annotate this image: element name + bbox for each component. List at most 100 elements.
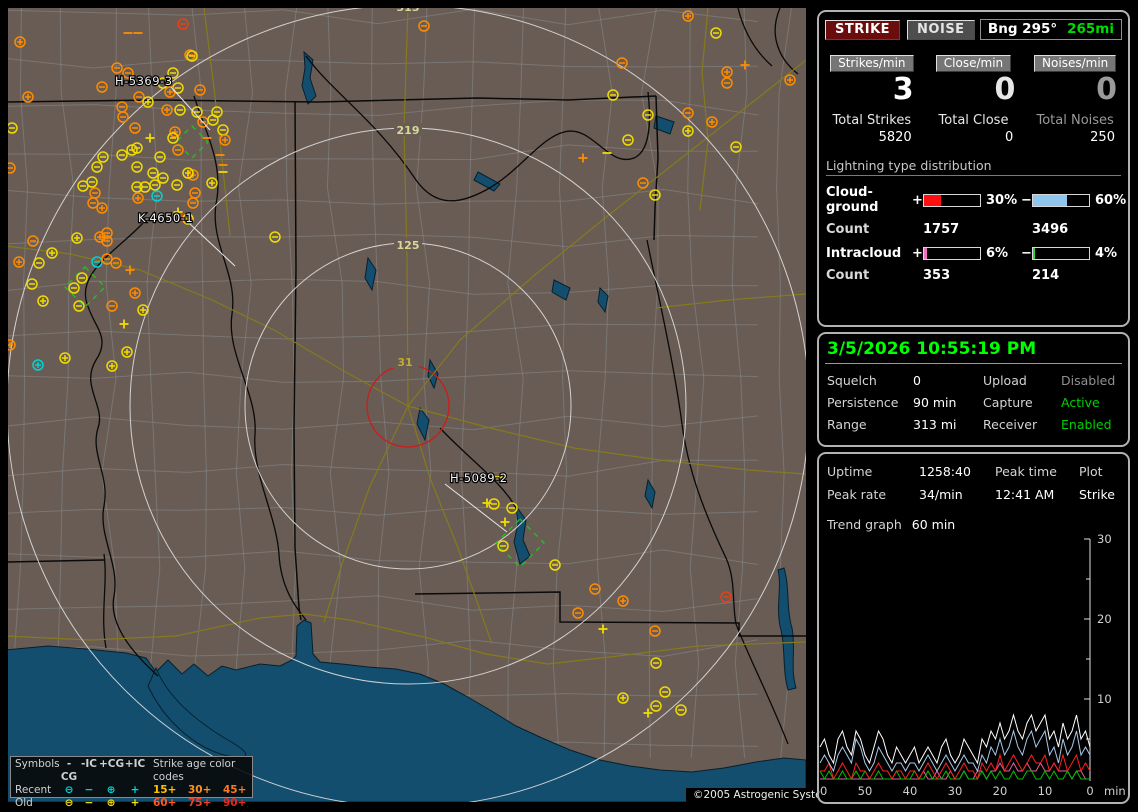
negative-percentage-bar xyxy=(1032,193,1090,207)
status-value: Disabled xyxy=(1061,373,1116,388)
rate-value: 3 xyxy=(892,72,914,107)
age-code-label: 60+ xyxy=(153,797,177,809)
stat-cell: Uptime xyxy=(827,464,873,479)
stats-panel: Uptime 1258:40 Peak time Plot Peak rate 34/mi… xyxy=(817,452,1130,804)
trend-graph-label: Trend graph xyxy=(827,517,902,532)
trend-series-white xyxy=(819,713,1091,765)
x-tick-label: 0 xyxy=(1086,784,1093,798)
range-value: 265mi xyxy=(1067,21,1114,37)
strike-glyph-icon: ⊕ xyxy=(106,797,116,809)
strike-mode-button[interactable]: STRIKE xyxy=(825,19,901,40)
stat-cell: 1258:40 xyxy=(919,464,971,479)
status-label: Capture xyxy=(983,395,1033,410)
trend-graph: 10 20 30 60 50 40 30 20 10 0 min xyxy=(819,532,1126,798)
total-label: Total Strikes xyxy=(832,113,912,129)
stat-cell: 34/min xyxy=(919,487,963,502)
strike-glyph-icon: ⊖ xyxy=(64,784,74,796)
legend-row-label: Recent xyxy=(15,784,52,796)
bearing-value: Bng 295° xyxy=(987,21,1058,37)
count-label: Count xyxy=(826,222,870,238)
negative-percentage: 4% xyxy=(1095,246,1118,262)
lightning-map[interactable]: 125 219 313 31 H-5369-3 K-4650-1 H-5089-2 Sym… xyxy=(8,8,845,809)
positive-percentage: 6% xyxy=(986,246,1009,262)
counter-column: Noises/min 0 Total Noises 250 xyxy=(1028,55,1122,145)
trend-graph-value: 60 min xyxy=(911,517,956,532)
bar-fill xyxy=(1033,248,1036,260)
bar-fill xyxy=(924,248,928,260)
x-tick-label: 20 xyxy=(993,784,1008,798)
negative-sign: − xyxy=(1021,192,1032,208)
total-value: 5820 xyxy=(878,130,912,146)
positive-percentage-bar xyxy=(923,193,981,207)
ring-label: 219 xyxy=(397,124,420,137)
age-code-label: 75+ xyxy=(188,797,212,809)
bar-fill xyxy=(924,194,941,206)
legend-symbols-label: Symbols xyxy=(15,758,60,770)
trend-series-red xyxy=(820,753,1091,781)
trend-graph-row: Trend graph 60 min xyxy=(827,517,1120,532)
x-axis-unit: min xyxy=(1104,784,1126,798)
ring-label: 31 xyxy=(397,356,412,369)
stat-cell: Strike xyxy=(1079,487,1115,502)
status-value: 0 xyxy=(913,373,921,388)
counter-panel: STRIKE NOISE Bng 295° 265mi Strikes/min 3… xyxy=(817,10,1130,327)
trend-series-green xyxy=(819,769,1090,781)
positive-count: 353 xyxy=(923,268,951,284)
age-code-label: 90+ xyxy=(223,797,247,809)
negative-count: 214 xyxy=(1032,268,1060,284)
distribution-rows: Cloud-ground +30% −60% Count 1757 3496 Intracl… xyxy=(819,185,1128,283)
rate-header-button[interactable]: Strikes/min xyxy=(830,55,914,72)
stat-cell: 12:41 AM xyxy=(995,487,1055,502)
strike-glyph-icon: + xyxy=(130,797,140,809)
legend-col-cg-pos: +CG xyxy=(99,758,125,770)
distribution-type-label: Cloud-ground xyxy=(826,185,879,216)
legend-col-ic-neg: -IC xyxy=(81,758,97,770)
app-window: { "map": { "copyright": "©2005 Astrogeni… xyxy=(0,0,1138,812)
legend-rows: Recent ⊖ − ⊕ +15+ 30+ 45+ Old ⊖ − ⊕ +60+ 75+ 90+ xyxy=(15,784,252,810)
strike-glyph-icon: + xyxy=(130,784,140,796)
total-label: Total Close xyxy=(938,113,1009,129)
x-tick-label: 10 xyxy=(1038,784,1053,798)
distribution-type-row: Intracloud +6% − 4% xyxy=(826,246,1121,261)
status-panel: 3/5/2026 10:55:19 PM Squelch 0 Upload Disab… xyxy=(817,332,1130,447)
ring-label: 313 xyxy=(397,8,420,14)
strike-glyph-icon: ⊖ xyxy=(64,797,74,809)
separator xyxy=(825,363,1122,364)
status-value: Active xyxy=(1061,395,1100,410)
strike-glyph-icon: − xyxy=(84,797,94,809)
total-label: Total Noises xyxy=(1036,113,1114,129)
y-tick-label: 30 xyxy=(1097,532,1112,546)
rate-header-button[interactable]: Close/min xyxy=(935,55,1012,72)
distribution-title: Lightning type distribution xyxy=(826,158,1121,177)
ring-label: 125 xyxy=(397,239,420,252)
x-tick-label: 30 xyxy=(948,784,963,798)
rate-header-button[interactable]: Noises/min xyxy=(1034,55,1117,72)
legend-col-ic-pos: +IC xyxy=(124,758,146,770)
rate-value: 0 xyxy=(994,72,1016,107)
trac-label: H-5089-2 xyxy=(450,471,508,485)
age-code-label: 15+ xyxy=(153,784,177,796)
status-label: Squelch xyxy=(827,373,877,388)
trac-label: K-4650-1 xyxy=(138,211,193,225)
noise-mode-button[interactable]: NOISE xyxy=(907,19,975,40)
legend-row: Old ⊖ − ⊕ +60+ 75+ 90+ xyxy=(15,797,252,810)
trend-series-light-blue xyxy=(819,729,1091,773)
y-tick-label: 20 xyxy=(1097,612,1112,626)
stats-grid: Uptime 1258:40 Peak time Plot Peak rate 34/mi… xyxy=(827,464,1120,502)
negative-percentage: 60% xyxy=(1095,192,1127,208)
positive-sign: + xyxy=(912,246,923,262)
strike-glyph-icon: − xyxy=(84,784,94,796)
distribution-section: Lightning type distribution Cloud-ground… xyxy=(819,158,1128,283)
legend-header-row: Symbols -CG -IC +CG +IC Strike age color… xyxy=(15,758,252,784)
trend-series-pink xyxy=(820,761,1090,781)
x-tick-label: 40 xyxy=(903,784,918,798)
legend-age-title: Strike age color codes xyxy=(153,758,236,783)
stat-cell: Peak rate xyxy=(827,487,887,502)
distribution-count-row: Count 353 214 xyxy=(826,268,1121,283)
total-value: 250 xyxy=(1090,130,1115,146)
strike-glyph-icon: ⊕ xyxy=(106,784,116,796)
stat-cell: Peak time xyxy=(995,464,1057,479)
count-label: Count xyxy=(826,268,870,284)
negative-percentage-bar xyxy=(1032,247,1090,261)
bar-fill xyxy=(1033,194,1067,206)
